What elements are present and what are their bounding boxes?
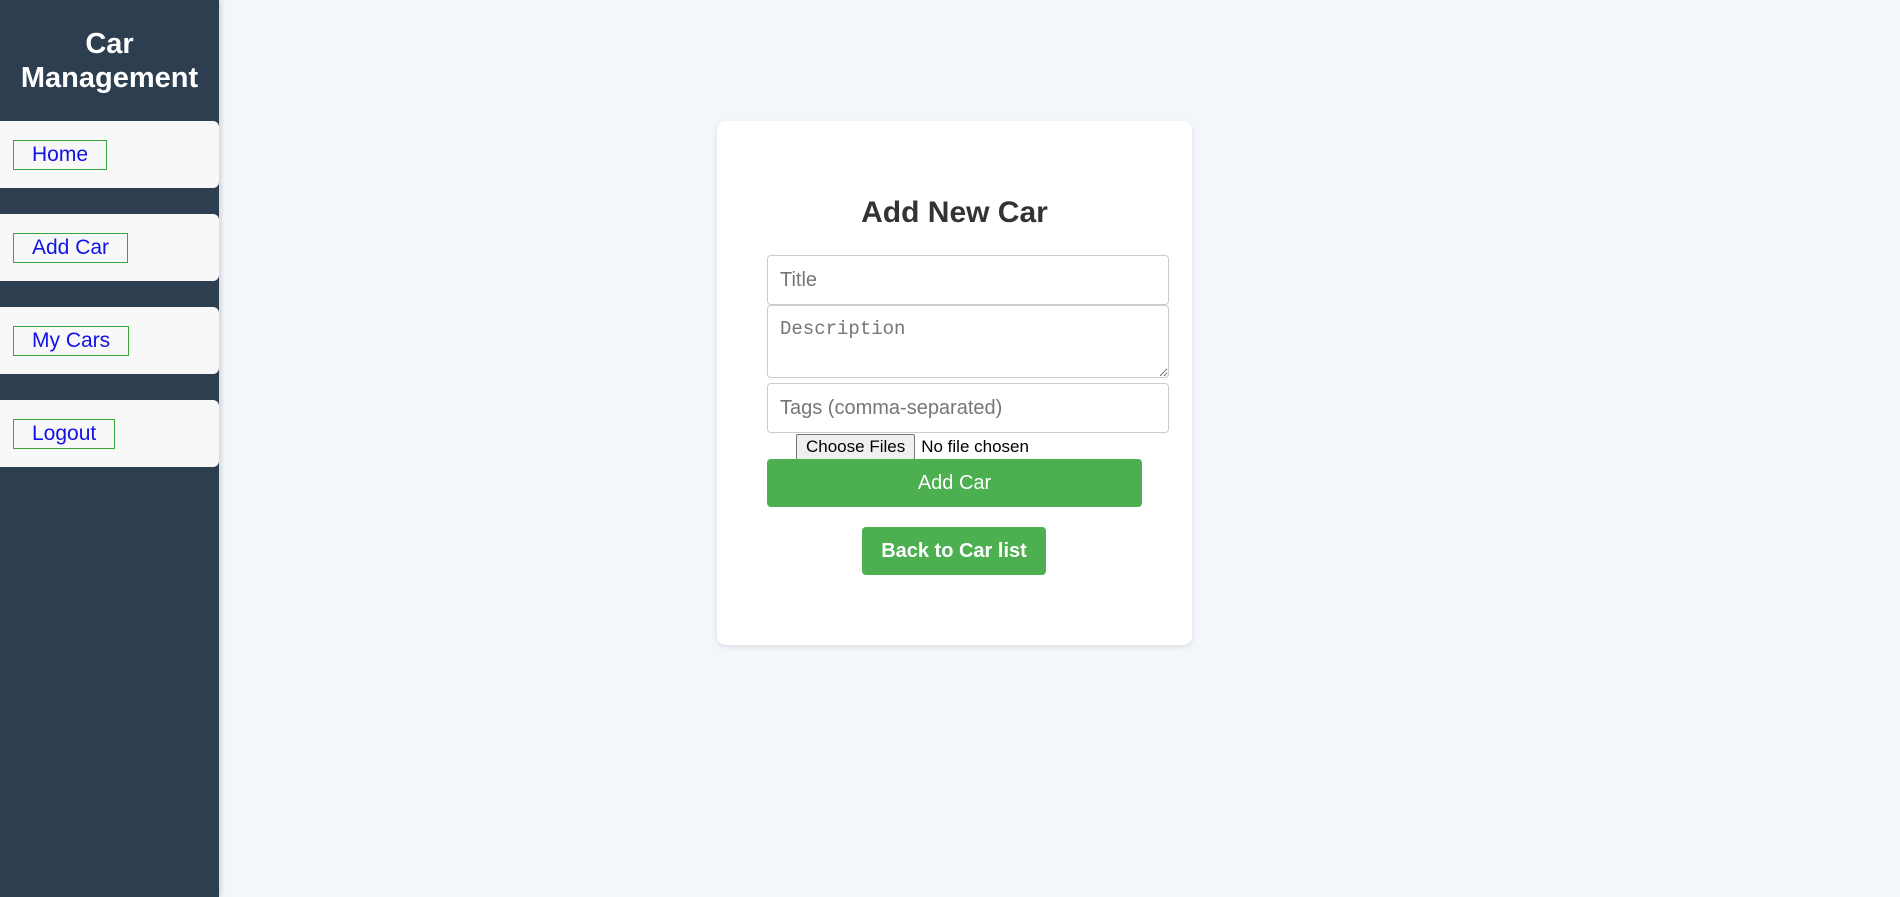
nav-card-logout: Logout: [0, 400, 219, 467]
nav-card-home: Home: [0, 121, 219, 188]
nav-link-my-cars[interactable]: My Cars: [13, 326, 130, 356]
nav-link-home[interactable]: Home: [13, 140, 108, 170]
description-textarea[interactable]: [767, 305, 1169, 378]
app-brand: Car Management: [20, 28, 199, 94]
choose-files-button[interactable]: Choose Files: [796, 433, 916, 460]
add-car-submit-button[interactable]: Add Car: [767, 459, 1142, 507]
nav-link-add-car[interactable]: Add Car: [13, 233, 129, 263]
nav-card-add-car: Add Car: [0, 214, 219, 281]
title-input[interactable]: [767, 255, 1169, 305]
file-status-text: No file chosen: [921, 436, 1029, 456]
sidebar: Car Management Home Add Car My Cars Logo…: [0, 0, 219, 897]
back-to-car-list-button[interactable]: Back to Car list: [862, 527, 1046, 575]
file-upload: Choose Files No file chosen: [796, 433, 1029, 460]
nav-link-logout[interactable]: Logout: [13, 419, 116, 449]
add-car-card: Add New Car Choose Files No file chosen …: [717, 121, 1192, 645]
nav-card-my-cars: My Cars: [0, 307, 219, 374]
page-title: Add New Car: [861, 196, 1048, 229]
tags-input[interactable]: [767, 383, 1169, 433]
